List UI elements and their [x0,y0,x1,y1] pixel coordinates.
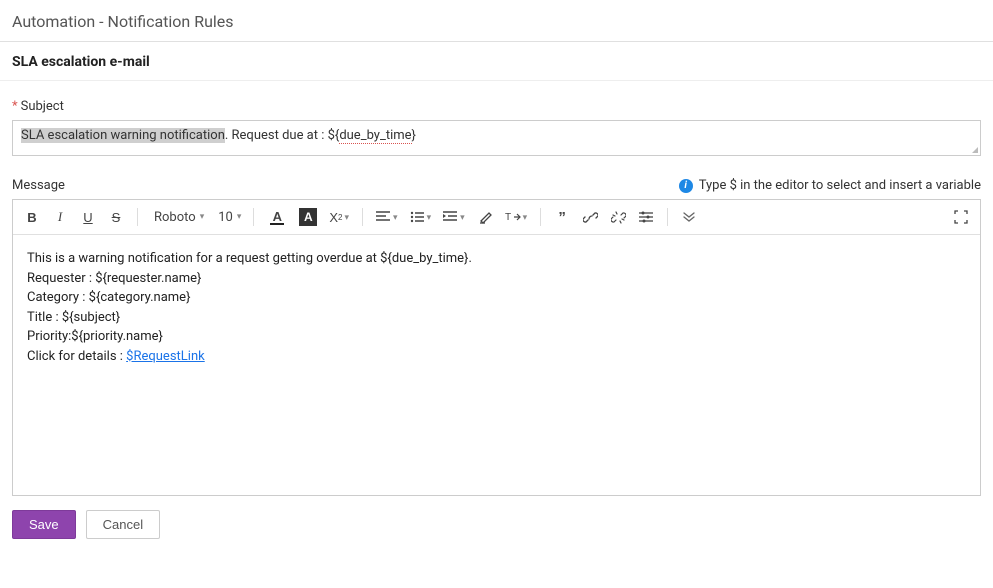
italic-button[interactable]: I [47,204,73,230]
font-size-select[interactable]: 10▾ [210,204,245,230]
bold-button[interactable]: B [19,204,45,230]
subject-highlight: SLA escalation warning notification [21,128,225,143]
rich-text-editor: B I U S Roboto▾ 10▾ A A X2 ▾ ▾ [12,199,981,496]
toolbar-separator [362,208,363,226]
clear-format-button[interactable] [472,204,498,230]
page-title: Automation - Notification Rules [0,0,993,42]
info-icon: i [679,179,693,193]
list-button[interactable]: ▾ [405,204,437,230]
request-link[interactable]: $RequestLink [126,349,205,364]
fullscreen-button[interactable] [948,204,974,230]
settings-button[interactable] [633,204,659,230]
cancel-button[interactable]: Cancel [86,510,160,539]
subject-text-mid: . Request due at : ${ [225,128,339,143]
indent-button[interactable]: ▾ [438,204,470,230]
font-family-select[interactable]: Roboto▾ [146,204,208,230]
message-label: Message [12,178,65,193]
toolbar-separator [667,208,668,226]
toolbar-separator [253,208,254,226]
editor-body[interactable]: This is a warning notification for a req… [13,235,980,495]
subject-label: *Subject [12,99,981,114]
text-color-button[interactable]: A [262,204,292,230]
subject-variable: due_by_time [339,128,411,144]
underline-button[interactable]: U [75,204,101,230]
resize-handle[interactable] [970,145,978,153]
direction-button[interactable]: T ▾ [500,204,533,230]
toolbar-separator [540,208,541,226]
align-button[interactable]: ▾ [371,204,403,230]
body-line: Click for details : $RequestLink [27,347,966,367]
body-line: Priority:${priority.name} [27,327,966,347]
svg-text:T: T [505,212,511,223]
body-line: This is a warning notification for a req… [27,249,966,269]
subject-text-end: } [412,128,416,143]
strikethrough-button[interactable]: S [103,204,129,230]
body-line: Category : ${category.name} [27,288,966,308]
quote-button[interactable]: ” [549,204,575,230]
toolbar-separator [137,208,138,226]
superscript-button[interactable]: X2 ▾ [324,204,354,230]
subject-input[interactable]: SLA escalation warning notification. Req… [12,120,981,156]
editor-toolbar: B I U S Roboto▾ 10▾ A A X2 ▾ ▾ [13,200,980,235]
body-line: Title : ${subject} [27,308,966,328]
unlink-button[interactable] [605,204,631,230]
body-line: Requester : ${requester.name} [27,269,966,289]
link-button[interactable] [577,204,603,230]
section-title: SLA escalation e-mail [0,42,993,81]
bg-color-button[interactable]: A [294,204,322,230]
more-button[interactable] [676,204,702,230]
save-button[interactable]: Save [12,510,76,539]
variable-hint: i Type $ in the editor to select and ins… [679,178,981,193]
